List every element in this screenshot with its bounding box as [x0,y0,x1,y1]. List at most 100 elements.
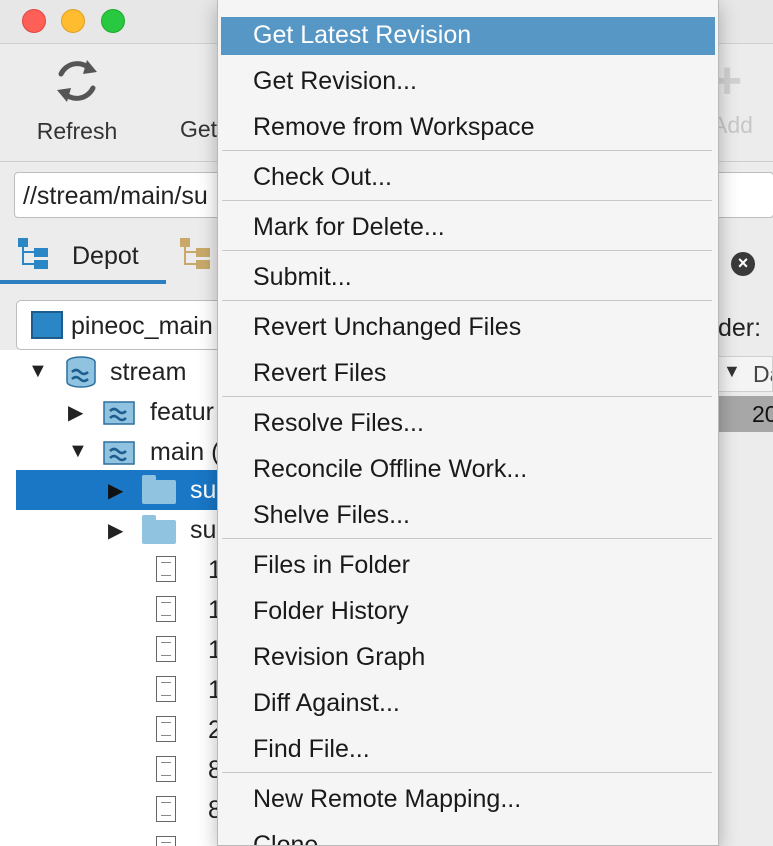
tab-depot[interactable]: Depot [0,228,166,284]
file-icon [156,596,176,622]
stream-folder-icon [103,441,135,465]
workspace-tree-icon [180,238,210,269]
refresh-label: Refresh [36,118,118,144]
menu-item-resolve-files[interactable]: Resolve Files... [218,405,718,443]
file-icon [156,676,176,702]
sort-caret-icon[interactable]: ▼ [723,361,741,382]
file-icon [156,636,176,662]
menu-item-label: Get Latest Revision [253,21,472,49]
stream-folder-icon [103,401,135,425]
tree-row-feature[interactable]: ▶ featur [0,392,230,432]
file-icon [156,796,176,822]
tree-row-file[interactable]: 1 [0,670,230,710]
menu-separator [222,300,712,301]
tree-row-file[interactable]: 8 [0,750,230,790]
menu-separator [222,772,712,773]
menu-item-label: Check Out... [253,163,392,191]
tree-row-folder[interactable]: ▶ su [0,510,230,550]
tree-row-file[interactable]: 1 [0,630,230,670]
tree-row-file[interactable]: 8 [0,790,230,830]
tab-depot-label: Depot [72,242,139,270]
menu-item-revert-files[interactable]: Revert Files [218,355,718,393]
plus-icon: + [712,52,743,110]
collapsed-triangle-icon[interactable]: ▶ [68,400,83,425]
context-menu: Get Latest Revision Get Revision... Remo… [217,0,719,846]
expanded-triangle-icon[interactable]: ▼ [68,440,88,463]
expanded-triangle-icon[interactable]: ▼ [28,360,48,383]
menu-item-label: Clone... [253,831,340,846]
app-window: Refresh Get + Add //stream/main/su Depot [0,0,773,846]
menu-item-shelve-files[interactable]: Shelve Files... [218,497,718,535]
menu-item-mark-for-delete[interactable]: Mark for Delete... [218,209,718,247]
tree-row-file[interactable]: 1 [0,550,230,590]
date-cell: 20 [752,401,773,427]
tree-row-stream[interactable]: ▼ stream [0,352,230,392]
menu-item-label: Revision Graph [253,643,426,671]
menu-separator [222,396,712,397]
menu-item-submit[interactable]: Submit... [218,259,718,297]
tree-row-label: featur [150,398,214,426]
workspace-select[interactable]: pineoc_main [16,300,226,350]
file-icon [156,716,176,742]
menu-item-label: Remove from Workspace [253,113,535,141]
menu-item-label: Find File... [253,735,370,763]
close-tab-icon[interactable]: × [731,252,755,276]
menu-item-label: Folder History [253,597,409,625]
file-icon [156,756,176,782]
menu-separator [222,150,712,151]
depot-tree-icon [18,238,48,269]
tree-row-label: main ( [150,438,220,466]
add-button[interactable]: + Add [712,54,772,139]
menu-item-diff-against[interactable]: Diff Against... [218,685,718,723]
menu-item-revision-graph[interactable]: Revision Graph [218,639,718,677]
menu-item-label: Resolve Files... [253,409,424,437]
menu-item-label: Files in Folder [253,551,410,579]
menu-separator [222,250,712,251]
menu-item-label: Revert Files [253,359,387,387]
folder-label: der: [718,314,762,342]
tree-row-label: su [190,476,217,504]
menu-item-folder-history[interactable]: Folder History [218,593,718,631]
file-icon [156,556,176,582]
workspace-icon [31,311,63,339]
tree-row-file[interactable]: 2 [0,710,230,750]
refresh-icon [57,60,97,102]
menu-item-label: Submit... [253,263,352,291]
menu-item-reconcile-offline-work[interactable]: Reconcile Offline Work... [218,451,718,489]
stream-depot-icon [66,356,96,388]
collapsed-triangle-icon[interactable]: ▶ [108,478,123,503]
menu-item-files-in-folder[interactable]: Files in Folder [218,547,718,585]
menu-item-label: Diff Against... [253,689,400,717]
tree-row-file[interactable]: 1 [0,590,230,630]
menu-item-label: New Remote Mapping... [253,785,522,813]
menu-item-get-revision[interactable]: Get Revision... [218,63,718,101]
tree-row-label: su [190,516,217,544]
menu-item-clone[interactable]: Clone... [218,827,718,846]
zoom-window-button[interactable] [101,9,125,33]
menu-item-remove-from-workspace[interactable]: Remove from Workspace [218,109,718,147]
add-label: Add [712,112,753,138]
file-icon [156,836,176,846]
folder-icon [142,475,176,504]
menu-item-check-out[interactable]: Check Out... [218,159,718,197]
minimize-window-button[interactable] [61,9,85,33]
menu-separator [222,200,712,201]
tree-row-selected-folder[interactable]: ▶ su [16,470,230,510]
tree-row-file[interactable] [0,830,230,846]
folder-icon [142,515,176,544]
menu-item-label: Mark for Delete... [253,213,445,241]
workspace-select-value: pineoc_main [71,312,213,340]
close-window-button[interactable] [22,9,46,33]
menu-item-get-latest-revision[interactable]: Get Latest Revision [221,17,715,55]
menu-item-new-remote-mapping[interactable]: New Remote Mapping... [218,781,718,819]
menu-separator [222,538,712,539]
menu-item-revert-unchanged-files[interactable]: Revert Unchanged Files [218,309,718,347]
tree-row-main[interactable]: ▼ main ( [0,432,230,472]
file-list-row[interactable]: 20 [716,396,773,432]
collapsed-triangle-icon[interactable]: ▶ [108,518,123,543]
menu-item-label: Shelve Files... [253,501,411,529]
refresh-button[interactable]: Refresh [22,54,132,145]
menu-item-label: Reconcile Offline Work... [253,455,528,483]
date-column-header[interactable]: ▼ Da [716,356,773,392]
menu-item-find-file[interactable]: Find File... [218,731,718,769]
